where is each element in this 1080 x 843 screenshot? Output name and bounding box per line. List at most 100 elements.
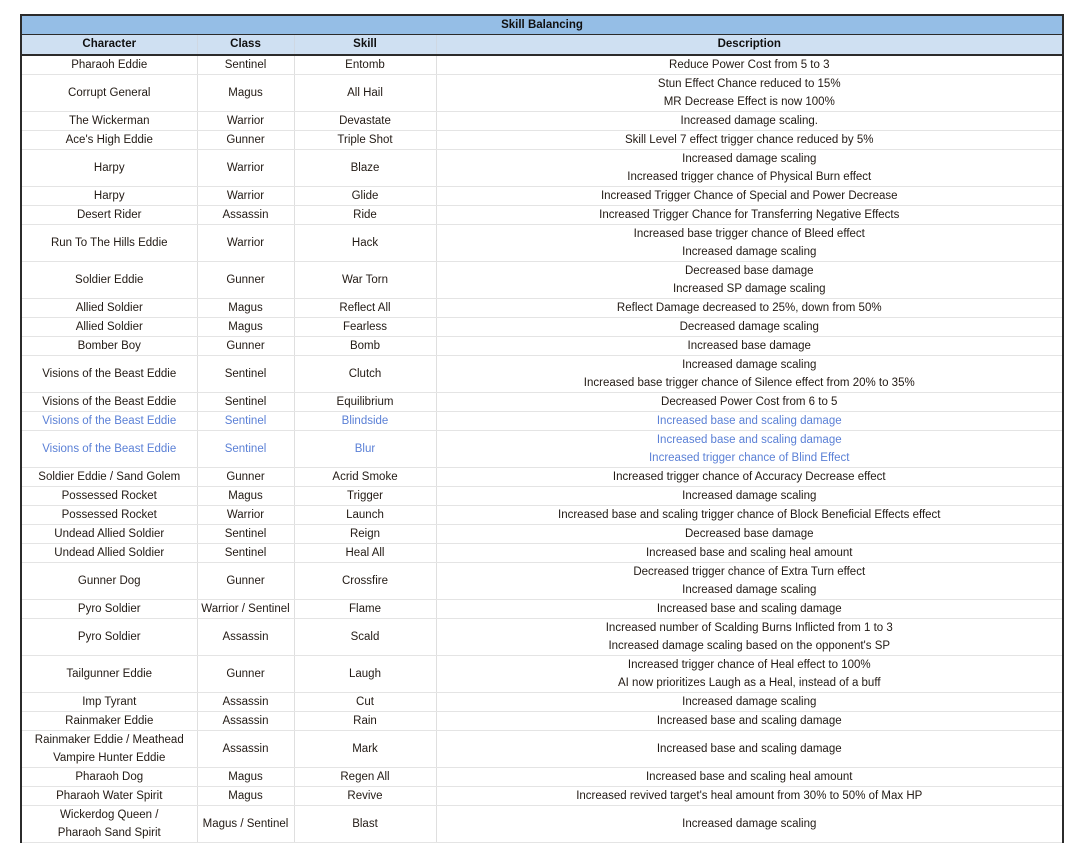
cell-skill[interactable]: War Torn [294, 262, 436, 299]
cell-description[interactable]: Increased revived target's heal amount f… [436, 787, 1063, 806]
cell-skill[interactable]: Laugh [294, 656, 436, 693]
table-row[interactable]: HarpyWarriorBlazeIncreased damage scalin… [21, 150, 1063, 187]
cell-skill[interactable]: Ride [294, 206, 436, 225]
cell-class[interactable]: Magus [197, 487, 294, 506]
cell-class[interactable]: Sentinel [197, 393, 294, 412]
cell-description[interactable]: Reflect Damage decreased to 25%, down fr… [436, 299, 1063, 318]
cell-character[interactable]: Undead Allied Soldier [21, 525, 197, 544]
table-row[interactable]: Corrupt GeneralMagusAll HailStun Effect … [21, 75, 1063, 112]
table-row[interactable]: Undead Allied SoldierSentinelReignDecrea… [21, 525, 1063, 544]
cell-skill[interactable]: Cut [294, 693, 436, 712]
cell-character[interactable]: Soldier Eddie / Sand Golem [21, 468, 197, 487]
cell-skill[interactable]: Heal All [294, 544, 436, 563]
cell-skill[interactable]: Trigger [294, 487, 436, 506]
cell-character[interactable]: Possessed Rocket [21, 487, 197, 506]
cell-skill[interactable]: Blindside [294, 412, 436, 431]
cell-skill[interactable]: Scald [294, 619, 436, 656]
cell-skill[interactable]: Hack [294, 225, 436, 262]
cell-description[interactable]: Increased base and scaling trigger chanc… [436, 506, 1063, 525]
cell-skill[interactable]: Entomb [294, 55, 436, 75]
table-row[interactable]: HarpyWarriorGlideIncreased Trigger Chanc… [21, 187, 1063, 206]
cell-class[interactable]: Warrior [197, 506, 294, 525]
table-row[interactable]: Visions of the Beast EddieSentinelEquili… [21, 393, 1063, 412]
cell-description[interactable]: Increased base damage [436, 337, 1063, 356]
cell-skill[interactable]: Revive [294, 787, 436, 806]
cell-skill[interactable]: Crossfire [294, 563, 436, 600]
cell-skill[interactable]: Mark [294, 731, 436, 768]
cell-description[interactable]: Increased base and scaling heal amount [436, 544, 1063, 563]
cell-character[interactable]: Tailgunner Eddie [21, 656, 197, 693]
table-row[interactable]: Allied SoldierMagusReflect AllReflect Da… [21, 299, 1063, 318]
cell-character[interactable]: Gunner Dog [21, 563, 197, 600]
table-row[interactable]: Gunner DogGunnerCrossfireDecreased trigg… [21, 563, 1063, 600]
table-row[interactable]: Pharaoh EddieSentinelEntombReduce Power … [21, 55, 1063, 75]
table-row[interactable]: Rainmaker Eddie / Meathead Vampire Hunte… [21, 731, 1063, 768]
cell-class[interactable]: Sentinel [197, 55, 294, 75]
table-row[interactable]: Imp TyrantAssassinCutIncreased damage sc… [21, 693, 1063, 712]
table-row[interactable]: Visions of the Beast EddieSentinelClutch… [21, 356, 1063, 393]
cell-description[interactable]: Increased base and scaling damage [436, 731, 1063, 768]
cell-character[interactable]: Visions of the Beast Eddie [21, 412, 197, 431]
cell-skill[interactable]: Blur [294, 431, 436, 468]
cell-description[interactable]: Decreased base damage [436, 525, 1063, 544]
cell-class[interactable]: Magus [197, 318, 294, 337]
cell-description[interactable]: Decreased damage scaling [436, 318, 1063, 337]
table-row[interactable]: Ace's High EddieGunnerTriple ShotSkill L… [21, 131, 1063, 150]
cell-class[interactable]: Magus [197, 75, 294, 112]
cell-skill[interactable]: Bomb [294, 337, 436, 356]
cell-character[interactable]: Pharaoh Eddie [21, 55, 197, 75]
table-row[interactable]: Pyro SoldierWarrior / SentinelFlameIncre… [21, 600, 1063, 619]
cell-description[interactable]: Increased base and scaling damage Increa… [436, 431, 1063, 468]
cell-class[interactable]: Sentinel [197, 431, 294, 468]
cell-class[interactable]: Assassin [197, 206, 294, 225]
table-row[interactable]: Pharaoh Water SpiritMagusReviveIncreased… [21, 787, 1063, 806]
cell-character[interactable]: Run To The Hills Eddie [21, 225, 197, 262]
cell-character[interactable]: Wickerdog Queen / Pharaoh Sand Spirit [21, 806, 197, 843]
cell-skill[interactable]: Devastate [294, 112, 436, 131]
cell-class[interactable]: Sentinel [197, 525, 294, 544]
cell-skill[interactable]: Triple Shot [294, 131, 436, 150]
table-row[interactable]: Pyro SoldierAssassinScaldIncreased numbe… [21, 619, 1063, 656]
table-row[interactable]: Allied SoldierMagusFearlessDecreased dam… [21, 318, 1063, 337]
cell-description[interactable]: Increased damage scaling Increased base … [436, 356, 1063, 393]
table-row[interactable]: Tailgunner EddieGunnerLaughIncreased tri… [21, 656, 1063, 693]
cell-description[interactable]: Decreased trigger chance of Extra Turn e… [436, 563, 1063, 600]
cell-skill[interactable]: Reign [294, 525, 436, 544]
table-row[interactable]: Possessed RocketWarriorLaunchIncreased b… [21, 506, 1063, 525]
cell-skill[interactable]: Glide [294, 187, 436, 206]
cell-description[interactable]: Increased base and scaling heal amount [436, 768, 1063, 787]
cell-description[interactable]: Increased damage scaling [436, 487, 1063, 506]
table-row[interactable]: Possessed RocketMagusTriggerIncreased da… [21, 487, 1063, 506]
cell-character[interactable]: Visions of the Beast Eddie [21, 393, 197, 412]
cell-class[interactable]: Warrior [197, 112, 294, 131]
column-header-class[interactable]: Class [197, 35, 294, 56]
cell-class[interactable]: Gunner [197, 337, 294, 356]
cell-character[interactable]: Undead Allied Soldier [21, 544, 197, 563]
table-row[interactable]: Visions of the Beast EddieSentinelBlurIn… [21, 431, 1063, 468]
cell-character[interactable]: The Wickerman [21, 112, 197, 131]
cell-skill[interactable]: Clutch [294, 356, 436, 393]
cell-class[interactable]: Sentinel [197, 412, 294, 431]
column-header-description[interactable]: Description [436, 35, 1063, 56]
cell-class[interactable]: Assassin [197, 712, 294, 731]
cell-description[interactable]: Increased base and scaling damage [436, 412, 1063, 431]
cell-description[interactable]: Skill Level 7 effect trigger chance redu… [436, 131, 1063, 150]
cell-skill[interactable]: Acrid Smoke [294, 468, 436, 487]
cell-description[interactable]: Stun Effect Chance reduced to 15% MR Dec… [436, 75, 1063, 112]
cell-skill[interactable]: Blaze [294, 150, 436, 187]
cell-character[interactable]: Rainmaker Eddie / Meathead Vampire Hunte… [21, 731, 197, 768]
cell-description[interactable]: Increased base trigger chance of Bleed e… [436, 225, 1063, 262]
table-row[interactable]: Visions of the Beast EddieSentinelBlinds… [21, 412, 1063, 431]
cell-description[interactable]: Increased Trigger Chance of Special and … [436, 187, 1063, 206]
cell-description[interactable]: Increased damage scaling [436, 693, 1063, 712]
cell-class[interactable]: Gunner [197, 468, 294, 487]
cell-description[interactable]: Increased damage scaling [436, 806, 1063, 843]
table-row[interactable]: Undead Allied SoldierSentinelHeal AllInc… [21, 544, 1063, 563]
cell-character[interactable]: Allied Soldier [21, 299, 197, 318]
cell-description[interactable]: Decreased Power Cost from 6 to 5 [436, 393, 1063, 412]
table-row[interactable]: Pharaoh DogMagusRegen AllIncreased base … [21, 768, 1063, 787]
cell-class[interactable]: Warrior / Sentinel [197, 600, 294, 619]
cell-class[interactable]: Sentinel [197, 544, 294, 563]
cell-skill[interactable]: Fearless [294, 318, 436, 337]
cell-character[interactable]: Possessed Rocket [21, 506, 197, 525]
